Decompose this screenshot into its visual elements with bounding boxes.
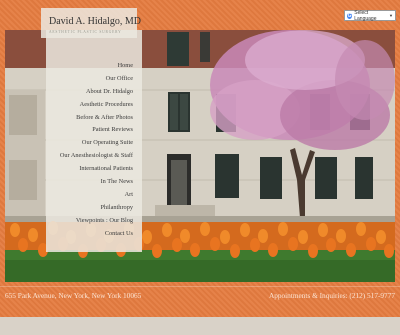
- bottom-bar: [0, 317, 400, 335]
- chevron-down-icon: ▼: [389, 13, 393, 18]
- google-translate-icon: G: [347, 12, 353, 19]
- nav-item-before-after-photos[interactable]: Before & After Photos: [60, 112, 133, 125]
- hero-image: Home Our Office About Dr. Hidalgo Aesthetic…: [5, 30, 395, 282]
- language-selector[interactable]: G Select Language ▼: [344, 9, 396, 22]
- brand-name: David A. Hidalgo, MD: [49, 16, 141, 27]
- footer-phone[interactable]: Appointments & Inquiries: (212) 517-9777: [269, 291, 395, 300]
- nav-item-home[interactable]: Home: [60, 60, 133, 73]
- nav-item-our-operating-suite[interactable]: Our Operating Suite: [60, 137, 133, 150]
- brand-tagline: AESTHETIC PLASTIC SURGERY: [49, 30, 122, 34]
- nav-item-viewpoints-our-blog[interactable]: Viewpoints : Our Blog: [60, 215, 133, 228]
- nav-item-philanthropy[interactable]: Philanthropy: [60, 202, 133, 215]
- nav-item-in-the-news[interactable]: In The News: [60, 176, 133, 189]
- nav-item-our-anesthesiologist-staff[interactable]: Our Anesthesiologist & Staff: [60, 150, 133, 163]
- nav-item-about-dr-hidalgo[interactable]: About Dr. Hidalgo: [60, 86, 133, 99]
- nav-item-patient-reviews[interactable]: Patient Reviews: [60, 124, 133, 137]
- nav-item-aesthetic-procedures[interactable]: Aesthetic Procedures: [60, 99, 133, 112]
- main-navigation: Home Our Office About Dr. Hidalgo Aesthetic…: [46, 30, 142, 252]
- footer-divider: [0, 286, 400, 287]
- nav-item-international-patients[interactable]: International Patients: [60, 163, 133, 176]
- footer-address: 655 Park Avenue, New York, New York 1006…: [5, 291, 142, 300]
- language-selector-label: Select Language: [354, 9, 377, 22]
- brand-header[interactable]: David A. Hidalgo, MD AESTHETIC PLASTIC S…: [41, 8, 141, 38]
- nav-item-contact-us[interactable]: Contact Us: [60, 228, 133, 241]
- nav-item-our-office[interactable]: Our Office: [60, 73, 133, 86]
- nav-item-art[interactable]: Art: [60, 189, 133, 202]
